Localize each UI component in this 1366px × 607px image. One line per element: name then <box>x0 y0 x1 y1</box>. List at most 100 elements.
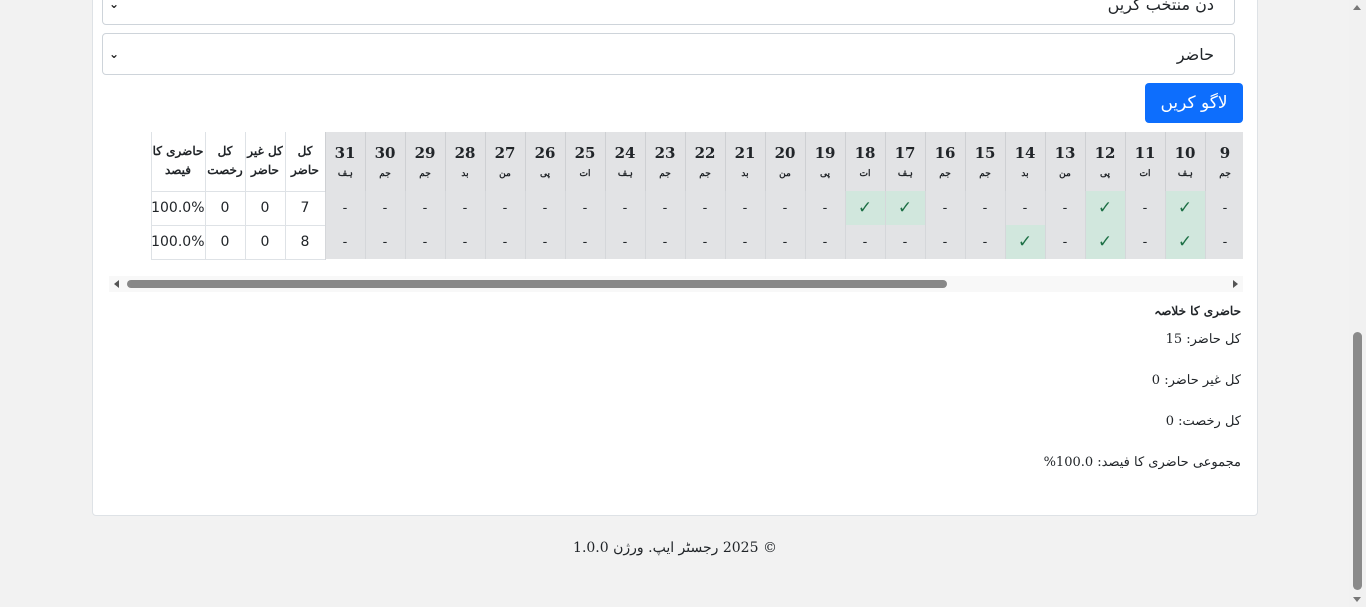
day-header: 12 پی <box>1084 132 1125 191</box>
day-name: ہف <box>1177 169 1193 180</box>
empty-cell: - <box>604 191 645 225</box>
vertical-scrollbar-thumb[interactable] <box>1353 332 1362 590</box>
empty-cell: - <box>484 225 525 259</box>
empty-cell: - <box>444 191 485 225</box>
empty-cell: - <box>524 225 565 259</box>
day-number: 14 <box>1014 144 1036 163</box>
day-number: 21 <box>734 144 756 163</box>
day-name: جم <box>419 169 431 180</box>
attendance-summary: حاضری کا خلاصہ کل حاضر: 15 کل غیر حاضر: … <box>1044 304 1241 496</box>
empty-cell: - <box>964 225 1005 259</box>
empty-cell: - <box>804 225 845 259</box>
day-name: ہف <box>617 169 633 180</box>
total-leave-cell: 0 <box>204 190 246 226</box>
status-select-value: حاضر <box>1176 44 1214 64</box>
day-name: جم <box>979 169 991 180</box>
day-number: 28 <box>454 144 476 163</box>
empty-cell: - <box>364 191 405 225</box>
empty-cell: - <box>564 191 605 225</box>
day-name: ہف <box>897 169 913 180</box>
table-row: --✓-✓-✓-----------------800100.0% <box>150 224 1243 260</box>
present-cell: ✓ <box>1004 225 1045 259</box>
empty-cell: - <box>924 225 965 259</box>
day-header: 18 ات <box>844 132 885 191</box>
day-number: 10 <box>1174 144 1196 163</box>
empty-cell: - <box>404 191 445 225</box>
scroll-right-icon[interactable] <box>1233 280 1238 288</box>
day-number: 16 <box>934 144 956 163</box>
status-select[interactable]: ⌄ حاضر <box>102 33 1235 75</box>
attendance-pct-header: حاضری کا فیصد <box>150 132 205 191</box>
scroll-left-icon[interactable] <box>114 280 119 288</box>
day-select-value: دن منتخب کریں <box>1107 0 1214 14</box>
day-header: 26 پی <box>524 132 565 191</box>
day-header: 13 من <box>1044 132 1085 191</box>
empty-cell: - <box>1124 191 1165 225</box>
day-select[interactable]: ⌄ دن منتخب کریں <box>102 0 1235 25</box>
day-header: 29 جم <box>404 132 445 191</box>
empty-cell: - <box>1004 191 1045 225</box>
day-number: 11 <box>1134 144 1156 163</box>
day-name: جم <box>1219 169 1231 180</box>
scrollbar-thumb[interactable] <box>127 280 947 288</box>
table-header-row: 8جم9جم10ہف11ات12پی13من14بد15جم16جم17ہف18… <box>150 132 1243 191</box>
day-name: جم <box>939 169 951 180</box>
empty-cell: - <box>404 225 445 259</box>
day-number: 9 <box>1219 144 1231 163</box>
day-name: پی <box>539 169 550 180</box>
day-name: جم <box>659 169 671 180</box>
table-row: --✓-✓----✓✓-------------700100.0% <box>150 190 1243 226</box>
day-name: پی <box>819 169 830 180</box>
day-header: 16 جم <box>924 132 965 191</box>
day-header: 24 ہف <box>604 132 645 191</box>
table-body: --✓-✓----✓✓-------------700100.0%--✓-✓-✓… <box>150 190 1243 260</box>
day-name: من <box>1059 169 1071 180</box>
empty-cell: - <box>1044 225 1085 259</box>
empty-cell: - <box>324 225 365 259</box>
attendance-card: ⌄ دن منتخب کریں ⌄ حاضر لاگو کریں 8جم9جم1… <box>92 0 1258 516</box>
day-name: ہف <box>337 169 353 180</box>
summary-title: حاضری کا خلاصہ <box>1154 304 1241 318</box>
summary-overall-pct: مجموعی حاضری کا فیصد: 100.0% <box>1043 455 1241 470</box>
empty-cell: - <box>724 191 765 225</box>
empty-cell: - <box>764 191 805 225</box>
present-cell: ✓ <box>1164 225 1205 259</box>
day-header: 30 جم <box>364 132 405 191</box>
day-name: من <box>779 169 791 180</box>
total-absent-header: کل غیر حاضر <box>244 132 285 191</box>
present-cell: ✓ <box>1084 225 1125 259</box>
empty-cell: - <box>444 225 485 259</box>
day-header: 9 جم <box>1204 132 1243 191</box>
empty-cell: - <box>1204 225 1243 259</box>
day-header: 21 بد <box>724 132 765 191</box>
present-cell: ✓ <box>844 191 885 225</box>
total-absent-cell: 0 <box>244 224 286 260</box>
horizontal-scrollbar[interactable] <box>109 276 1243 292</box>
empty-cell: - <box>1044 191 1085 225</box>
day-header: 23 جم <box>644 132 685 191</box>
scroll-down-icon[interactable] <box>1353 597 1361 602</box>
empty-cell: - <box>684 225 725 259</box>
empty-cell: - <box>684 191 725 225</box>
day-number: 31 <box>334 144 356 163</box>
day-name: پی <box>1099 169 1110 180</box>
day-number: 13 <box>1054 144 1076 163</box>
day-name: ات <box>1139 169 1151 180</box>
empty-cell: - <box>524 191 565 225</box>
total-present-cell: 8 <box>284 224 326 260</box>
total-leave-header: کل رخصت <box>204 132 245 191</box>
scroll-up-icon[interactable] <box>1353 5 1361 10</box>
chevron-down-icon: ⌄ <box>109 47 120 61</box>
day-header: 22 جم <box>684 132 725 191</box>
day-name: من <box>499 169 511 180</box>
day-number: 29 <box>414 144 436 163</box>
empty-cell: - <box>764 225 805 259</box>
vertical-scrollbar[interactable] <box>1349 0 1366 607</box>
total-leave-cell: 0 <box>204 224 246 260</box>
day-number: 15 <box>974 144 996 163</box>
empty-cell: - <box>724 225 765 259</box>
present-cell: ✓ <box>1084 191 1125 225</box>
day-number: 19 <box>814 144 836 163</box>
day-name: بد <box>1021 169 1029 180</box>
apply-button[interactable]: لاگو کریں <box>1145 83 1243 123</box>
